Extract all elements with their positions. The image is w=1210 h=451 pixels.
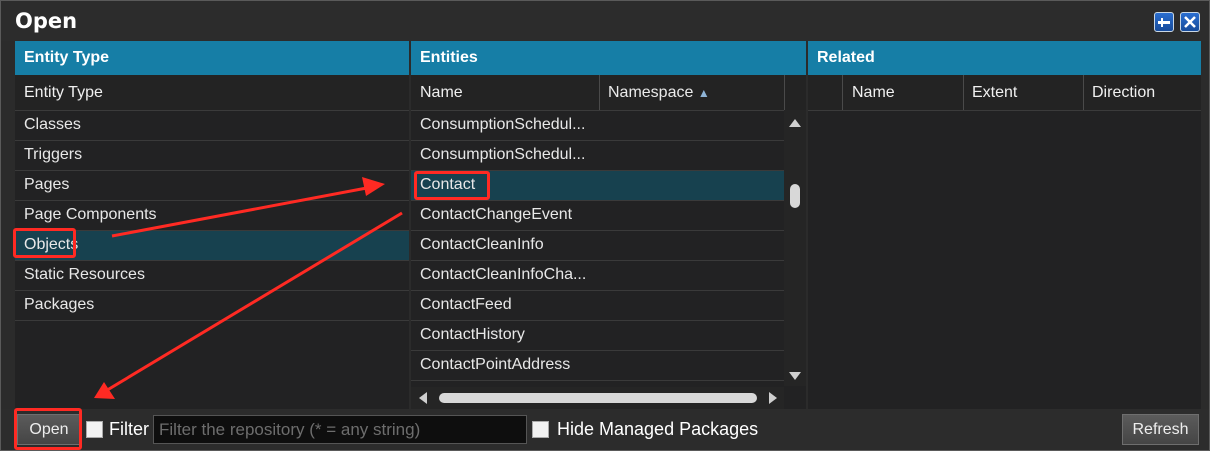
entity-type-header: Entity Type (15, 41, 409, 75)
annotation-box-contact (414, 171, 490, 200)
table-row[interactable]: ContactCleanInfoCha... (411, 261, 784, 291)
dialog-title: Open (15, 9, 78, 33)
related-pane: Related Name Extent Direction (808, 41, 1201, 409)
hide-managed-packages-checkbox[interactable] (532, 421, 549, 438)
related-name-column-header[interactable]: Name (843, 75, 963, 110)
horizontal-scrollbar[interactable] (411, 387, 784, 409)
pin-icon[interactable] (1154, 12, 1174, 32)
entity-type-column-header: Entity Type (15, 75, 409, 111)
list-item[interactable]: Triggers (15, 141, 409, 171)
extent-column-header[interactable]: Extent (963, 75, 1083, 110)
table-row[interactable]: ContactPointAddress (411, 351, 784, 381)
entities-pane: Entities Name Namespace ▲ ConsumptionSch… (411, 41, 806, 409)
table-row[interactable]: ConsumptionSchedul... (411, 111, 784, 141)
vertical-scrollbar[interactable] (784, 110, 806, 386)
filter-checkbox[interactable] (86, 421, 103, 438)
bottom-toolbar: Open Filter Hide Managed Packages Refres… (1, 409, 1209, 450)
name-column-header[interactable]: Name (411, 75, 599, 110)
list-item[interactable]: Pages (15, 171, 409, 201)
list-item[interactable]: Static Resources (15, 261, 409, 291)
title-bar: Open (1, 1, 1209, 41)
entity-type-column-label[interactable]: Entity Type (15, 75, 409, 110)
close-icon[interactable] (1180, 12, 1200, 32)
list-item[interactable]: Classes (15, 111, 409, 141)
table-row[interactable]: ContactCleanInfo (411, 231, 784, 261)
hide-managed-packages-label: Hide Managed Packages (557, 419, 759, 439)
table-row[interactable]: ContactChangeEvent (411, 201, 784, 231)
namespace-column-label: Namespace (608, 84, 694, 101)
table-row[interactable]: ContactFeed (411, 291, 784, 321)
list-item[interactable]: Packages (15, 291, 409, 321)
entities-header: Entities (411, 41, 806, 75)
annotation-box-open (14, 408, 82, 450)
sort-ascending-icon: ▲ (697, 86, 710, 100)
entity-type-pane: Entity Type Entity Type Classes Triggers… (15, 41, 409, 409)
entities-column-header: Name Namespace ▲ (411, 75, 806, 111)
filter-input[interactable] (153, 415, 527, 444)
open-dialog: Open Entity Type Entity Type Classes Tri… (0, 0, 1210, 451)
refresh-button[interactable]: Refresh (1122, 414, 1199, 445)
namespace-column-header[interactable]: Namespace ▲ (599, 75, 785, 110)
table-row[interactable]: ContactHistory (411, 321, 784, 351)
table-row[interactable]: ConsumptionSchedul... (411, 141, 784, 171)
related-header: Related (808, 41, 1201, 75)
filter-label: Filter (109, 419, 149, 439)
list-item[interactable]: Page Components (15, 201, 409, 231)
related-column-header: Name Extent Direction (808, 75, 1201, 111)
direction-column-header[interactable]: Direction (1083, 75, 1201, 110)
annotation-box-objects (13, 228, 76, 258)
